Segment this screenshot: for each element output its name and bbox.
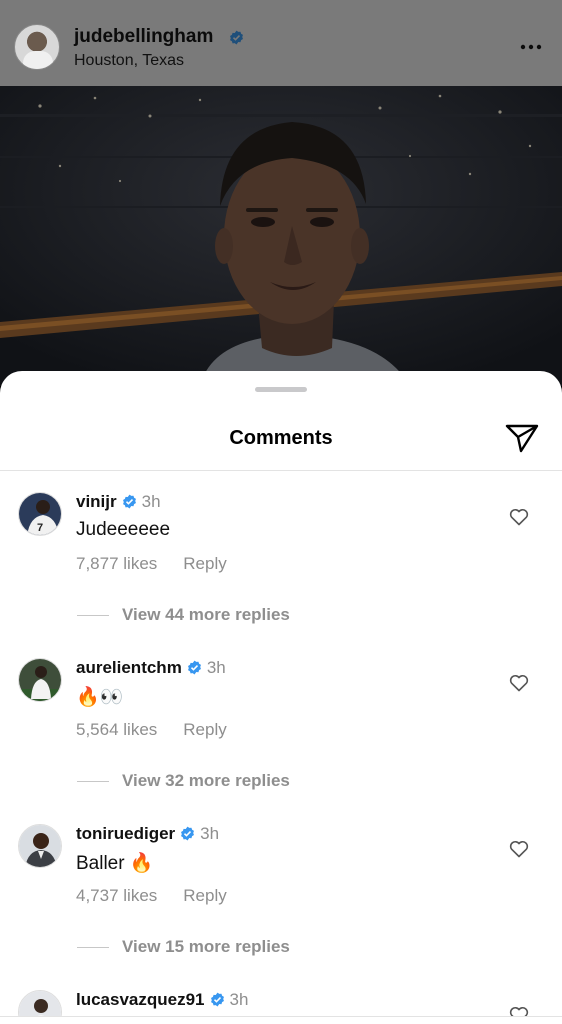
verified-badge-icon xyxy=(187,660,201,675)
comment-time: 3h xyxy=(200,824,220,843)
post-header: judebellingham Houston, Texas xyxy=(0,0,562,86)
avatar[interactable] xyxy=(18,824,62,868)
comment-time: 3h xyxy=(206,658,226,677)
sheet-divider xyxy=(0,470,562,471)
heart-icon[interactable] xyxy=(509,674,529,692)
verified-badge-icon xyxy=(230,30,243,45)
comment-text: 🔥👀 xyxy=(76,686,124,708)
avatar[interactable]: 7 xyxy=(18,492,62,536)
view-replies-label: View 15 more replies xyxy=(122,937,290,956)
comment-time: 3h xyxy=(229,990,249,1009)
avatar[interactable] xyxy=(18,658,62,702)
comment-item: toniruediger 3h Baller 🔥 4,737 likes Repl… xyxy=(0,824,562,984)
more-dots-icon[interactable] xyxy=(519,38,543,56)
replies-divider xyxy=(77,614,109,616)
bottom-edge xyxy=(0,1016,562,1024)
comment-meta: 4,737 likes Reply xyxy=(76,886,227,906)
comment-header: vinijr 3h xyxy=(76,492,161,512)
verified-badge-icon xyxy=(210,992,224,1007)
replies-divider xyxy=(77,780,109,782)
comment-item: 7 vinijr 3h Judeeeeee 7,877 likes Reply V… xyxy=(0,492,562,652)
verified-badge-icon xyxy=(122,494,136,509)
heart-icon[interactable] xyxy=(509,508,529,526)
comment-likes[interactable]: 5,564 likes xyxy=(76,720,157,739)
reply-button[interactable]: Reply xyxy=(183,720,226,739)
svg-text:7: 7 xyxy=(37,522,43,534)
view-replies-label: View 32 more replies xyxy=(122,771,290,790)
view-replies-button[interactable]: View 15 more replies xyxy=(77,937,290,957)
comment-username[interactable]: toniruediger xyxy=(76,824,175,843)
post-author-avatar[interactable] xyxy=(14,24,60,70)
sheet-grabber[interactable] xyxy=(255,387,307,392)
reply-button[interactable]: Reply xyxy=(183,886,226,905)
paper-plane-icon[interactable] xyxy=(503,421,541,455)
comments-title: Comments xyxy=(229,427,333,449)
comment-username[interactable]: aurelientchm xyxy=(76,658,182,677)
comment-meta: 7,877 likes Reply xyxy=(76,554,227,574)
comment-time: 3h xyxy=(141,492,161,511)
view-replies-button[interactable]: View 44 more replies xyxy=(77,605,290,625)
comment-meta: 5,564 likes Reply xyxy=(76,720,227,740)
comment-likes[interactable]: 7,877 likes xyxy=(76,554,157,573)
comment-username[interactable]: lucasvazquez91 xyxy=(76,990,205,1009)
verified-badge-icon xyxy=(181,826,195,841)
comment-header: toniruediger 3h xyxy=(76,824,219,844)
comment-header: aurelientchm 3h xyxy=(76,658,226,678)
view-replies-button[interactable]: View 32 more replies xyxy=(77,771,290,791)
heart-icon[interactable] xyxy=(509,840,529,858)
replies-divider xyxy=(77,946,109,948)
reply-button[interactable]: Reply xyxy=(183,554,226,573)
view-replies-label: View 44 more replies xyxy=(122,605,290,624)
post-photo[interactable] xyxy=(0,86,562,386)
comment-header: lucasvazquez91 3h xyxy=(76,990,248,1010)
comment-likes[interactable]: 4,737 likes xyxy=(76,886,157,905)
post-author-username[interactable]: judebellingham xyxy=(74,26,213,48)
post-location[interactable]: Houston, Texas xyxy=(74,52,184,70)
comments-sheet: Comments 7 vinijr 3h Judeeeeee 7,877 lik… xyxy=(0,371,562,1024)
comment-username[interactable]: vinijr xyxy=(76,492,117,511)
comment-text: Judeeeeee xyxy=(76,519,171,540)
comment-item: aurelientchm 3h 🔥👀 5,564 likes Reply View… xyxy=(0,658,562,818)
comment-text: Baller 🔥 xyxy=(76,853,154,874)
